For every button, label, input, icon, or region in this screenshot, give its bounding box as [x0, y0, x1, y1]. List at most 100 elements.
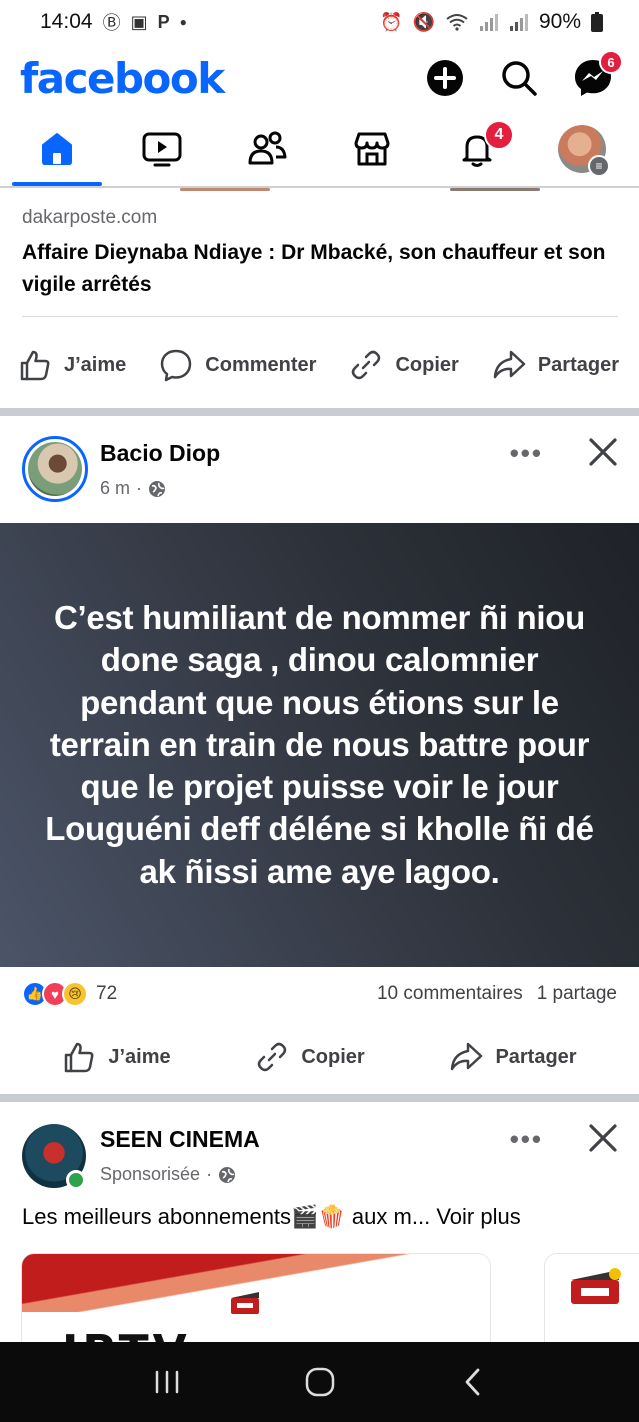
share-count[interactable]: 1 partage	[537, 983, 617, 1004]
like-button[interactable]: J’aime	[18, 348, 126, 382]
sponsored-label[interactable]: Sponsorisée	[100, 1164, 200, 1185]
link-icon	[258, 1042, 287, 1072]
ad-carousel-card[interactable]: IPTV STREAMING	[22, 1254, 490, 1354]
text-post-actions: J’aime Copier Partager	[0, 1026, 639, 1088]
nav-divider	[0, 186, 639, 188]
share-button[interactable]: Partager	[492, 348, 619, 382]
menu-icon: ≡	[588, 155, 610, 177]
meta-dot: ·	[136, 478, 143, 498]
cinema-logo-icon	[571, 1268, 621, 1304]
link-domain: dakarposte.com	[22, 207, 158, 228]
sponsored-text: Les meilleurs abonnements🎬🍿 aux m... Voi…	[22, 1204, 622, 1230]
comment-count[interactable]: 10 commentaires	[377, 983, 523, 1004]
system-nav-bar	[0, 1342, 639, 1422]
tab-home[interactable]	[8, 112, 106, 186]
facebook-logo[interactable]: facebook	[20, 54, 225, 103]
share-icon	[493, 350, 526, 379]
mute-icon: 🔇	[412, 11, 435, 32]
share-icon	[451, 1042, 483, 1071]
recent-apps-icon	[155, 1370, 178, 1394]
home-icon	[42, 133, 72, 165]
app-header: facebook 6	[0, 44, 639, 112]
marketplace-icon	[354, 132, 390, 166]
copy-label: Copier	[395, 353, 459, 376]
wifi-icon	[446, 14, 468, 31]
tab-profile-menu[interactable]: ≡	[533, 112, 631, 186]
more-options-button[interactable]: •••	[510, 438, 543, 469]
sponsored-meta: Sponsorisée ·	[100, 1164, 236, 1185]
create-button[interactable]	[421, 54, 469, 102]
search-icon	[502, 61, 537, 96]
friends-icon	[248, 131, 287, 165]
copy-button[interactable]: Copier	[349, 348, 459, 382]
reaction-count: 72	[96, 983, 118, 1004]
text-art-post[interactable]: C’est humiliant de nommer ñi niou done s…	[0, 523, 639, 967]
share-button[interactable]: Partager	[449, 1040, 577, 1074]
tab-marketplace[interactable]	[323, 112, 421, 186]
link-post-actions: J’aime Commenter Copier Partager	[0, 334, 639, 396]
tab-notifications[interactable]: 4	[428, 112, 526, 186]
see-more-link[interactable]: Voir plus	[436, 1204, 520, 1229]
b-icon: Ⓑ	[102, 13, 121, 33]
recent-apps-button[interactable]	[137, 1352, 197, 1412]
advertiser-name[interactable]: SEEN CINEMA	[100, 1126, 260, 1153]
post-stats: 👍 ♥ 😢 72 10 commentaires 1 partage	[0, 968, 639, 1020]
comment-icon	[161, 349, 192, 382]
status-time: 14:04	[40, 10, 93, 33]
video-icon	[142, 132, 182, 167]
close-icon[interactable]	[585, 1120, 621, 1156]
cinema-logo-icon	[231, 1292, 259, 1314]
share-label: Partager	[495, 1045, 577, 1068]
battery-percent: 90%	[538, 10, 581, 33]
globe-icon	[219, 1166, 236, 1183]
close-icon[interactable]	[585, 434, 621, 470]
back-button[interactable]	[443, 1352, 503, 1412]
comment-label: Commenter	[205, 353, 317, 376]
share-label: Partager	[537, 353, 619, 376]
like-label: J’aime	[64, 353, 127, 376]
p-icon: P	[157, 11, 170, 32]
link-preview[interactable]: dakarposte.com Affaire Dieynaba Ndiaye :…	[0, 191, 639, 316]
tab-friends[interactable]	[218, 112, 316, 186]
alarm-icon: ⏰	[380, 11, 403, 32]
messenger-badge: 6	[599, 50, 623, 74]
comment-button[interactable]: Commenter	[159, 348, 316, 382]
sponsored-post-header: SEEN CINEMA Sponsorisée · •••	[0, 1102, 639, 1202]
tab-video[interactable]	[113, 112, 211, 186]
link-icon	[352, 350, 381, 380]
thumbs-up-icon	[65, 1042, 94, 1073]
post-separator	[0, 408, 639, 416]
post-header: Bacio Diop 6 m · •••	[0, 416, 639, 516]
divider	[22, 316, 618, 317]
like-button[interactable]: J’aime	[62, 1040, 171, 1074]
author-name[interactable]: Bacio Diop	[100, 440, 220, 467]
copy-button[interactable]: Copier	[255, 1040, 365, 1074]
post-text: C’est humiliant de nommer ñi niou done s…	[45, 599, 594, 890]
copy-label: Copier	[301, 1045, 365, 1068]
messenger-button[interactable]: 6	[569, 50, 623, 102]
back-icon	[465, 1368, 479, 1396]
like-label: J’aime	[108, 1045, 171, 1068]
search-button[interactable]	[495, 54, 543, 102]
author-avatar[interactable]	[22, 436, 88, 502]
signal-icon	[479, 14, 498, 31]
ad-carousel-card[interactable]	[545, 1254, 639, 1354]
home-button[interactable]	[290, 1352, 350, 1412]
main-nav: 4 ≡	[0, 112, 639, 186]
post-time[interactable]: 6 m	[100, 478, 130, 499]
battery-icon	[591, 12, 603, 32]
link-title: Affaire Dieynaba Ndiaye : Dr Mbacké, son…	[22, 241, 606, 296]
ad-copy: Les meilleurs abonnements🎬🍿 aux m...	[22, 1204, 431, 1229]
online-indicator	[66, 1170, 86, 1190]
plus-icon	[427, 60, 463, 96]
signal-icon	[509, 14, 528, 31]
globe-icon	[149, 480, 166, 497]
avatar: ≡	[558, 125, 610, 177]
notifications-badge: 4	[484, 120, 514, 150]
reactions-summary[interactable]: 👍 ♥ 😢 72	[22, 981, 117, 1007]
sad-reaction-icon: 😢	[62, 981, 88, 1007]
more-options-button[interactable]: •••	[510, 1124, 543, 1155]
image-icon: ▣	[130, 11, 148, 32]
thumbs-up-icon	[20, 350, 50, 381]
home-circle-icon	[305, 1367, 334, 1397]
